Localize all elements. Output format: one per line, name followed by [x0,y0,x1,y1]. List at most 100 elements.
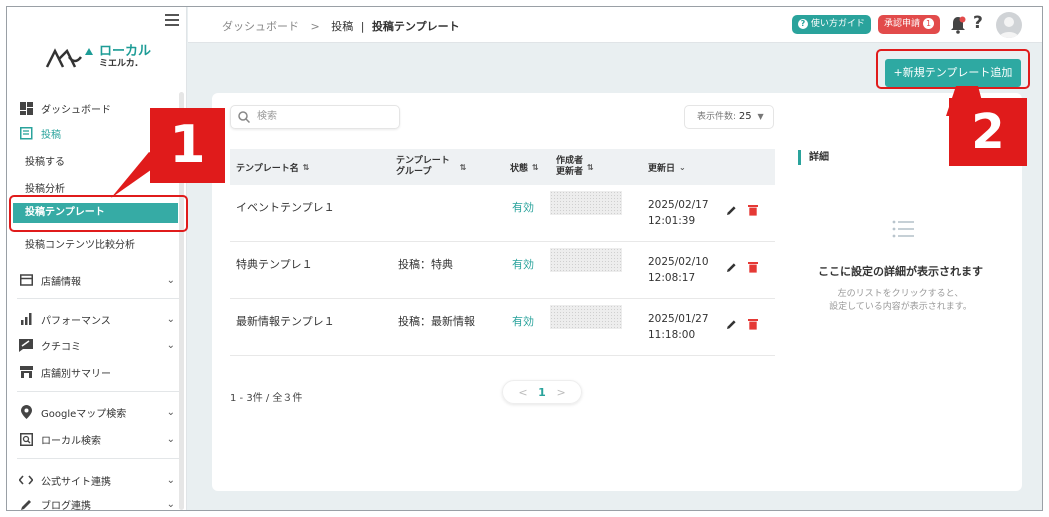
help-icon[interactable]: ? [973,13,983,33]
breadcrumb-separator: > [310,20,320,33]
updated-time: 11:18:00 [648,329,696,341]
avatar[interactable] [996,12,1022,38]
column-updated[interactable]: 更新日 ⌄ [648,149,686,185]
pagination-info: 1 - 3件 / 全３件 [230,393,303,404]
edit-icon[interactable] [726,205,737,216]
delete-icon[interactable] [748,261,758,273]
status-badge: 有効 [512,315,534,328]
detail-empty-message: ここに設定の詳細が表示されます [818,265,983,278]
status-badge: 有効 [512,201,534,214]
column-author[interactable]: 作成者 更新者 ⇅ [556,149,594,185]
column-group[interactable]: テンプレート グループ ⇅ [396,149,466,185]
column-status[interactable]: 状態 ⇅ [510,149,539,185]
chevron-down-icon: ⌄ [166,498,175,510]
chevron-down-icon: ⌄ [166,474,175,486]
sidebar-item-label: ローカル検索 [41,435,101,447]
breadcrumb-bar: | [360,20,365,33]
edit-icon[interactable] [726,319,737,330]
app-logo: ローカル ミエルカ. [45,45,151,71]
updated-time: 12:01:39 [648,215,696,227]
status-badge: 有効 [512,258,534,271]
sidebar-item-reviews[interactable]: クチコミ ⌄ [7,336,179,354]
callout-badge-2: 2 [949,98,1027,166]
prev-page-button[interactable]: < [518,386,527,399]
sidebar-item-store-summary[interactable]: 店舗別サマリー [7,363,179,381]
local-search-icon [19,432,33,446]
breadcrumb: ダッシュボード > 投稿 | 投稿テンプレート [222,18,460,34]
template-name: 最新情報テンプレ１ [236,315,335,328]
table-row[interactable]: 最新情報テンプレ１ 投稿：最新情報 有効 2025/01/27 11:18:00 [230,299,775,356]
breadcrumb-parent[interactable]: 投稿 [331,20,353,33]
search-input[interactable]: 検索 [230,105,400,129]
next-page-button[interactable]: > [556,386,565,399]
breadcrumb-root[interactable]: ダッシュボード [222,20,299,33]
logo-mark-icon [45,48,93,68]
sidebar-subitem-post-analysis[interactable]: 投稿分析 [25,180,65,195]
delete-icon[interactable] [748,204,758,216]
table-row[interactable]: イベントテンプレ１ 有効 2025/02/17 12:01:39 [230,185,775,242]
sidebar-item-gmap-search[interactable]: Googleマップ検索 ⌄ [7,403,179,421]
chevron-down-icon: ⌄ [166,406,175,418]
column-label-wrap: 作成者 更新者 [556,156,583,178]
approval-label: 承認申請 [884,19,921,29]
sidebar-divider [17,391,179,392]
sidebar-item-label: Googleマップ検索 [41,408,127,420]
table-row[interactable]: 特典テンプレ１ 投稿：特典 有効 2025/02/10 12:08:17 [230,242,775,299]
edit-icon[interactable] [726,262,737,273]
search-icon [238,111,250,123]
guide-label: 使い方ガイド [810,19,865,29]
per-page-select[interactable]: 表示件数: 25 ▼ [684,105,774,129]
sidebar-item-blog[interactable]: ブログ連携 ⌄ [7,495,179,510]
sidebar-subitem-post-compare[interactable]: 投稿コンテンツ比較分析 [25,236,135,251]
sidebar-item-label: 投稿 [41,129,61,141]
column-label: テンプレート名 [236,163,299,174]
sidebar-item-official-site[interactable]: 公式サイト連携 ⌄ [7,471,179,489]
updated-datetime: 2025/02/17 12:01:39 [648,197,709,229]
sidebar-divider [17,458,179,459]
guide-button[interactable]: ? 使い方ガイド [792,15,871,34]
store-icon [19,273,33,287]
sort-icon: ⇅ [532,162,539,172]
sidebar-subitem-post-do[interactable]: 投稿する [25,153,65,168]
sidebar-item-label: ブログ連携 [41,500,91,511]
detail-title: 詳細 [798,150,829,165]
updated-date: 2025/02/17 [648,199,709,211]
table-header: テンプレート名 ⇅ テンプレート グループ ⇅ 状態 ⇅ 作成者 更新者 ⇅ 更… [230,149,775,185]
author-avatar-placeholder [550,191,622,215]
column-label: 作成者 [556,156,584,166]
post-icon [19,126,33,140]
search-placeholder: 検索 [257,111,277,122]
updated-date: 2025/01/27 [648,313,709,325]
pencil-icon [19,497,33,510]
per-page-value: 25 [738,111,752,122]
template-group: 投稿：最新情報 [398,315,475,328]
review-icon [19,338,33,352]
bar-chart-icon [19,312,33,326]
sidebar-item-local-search[interactable]: ローカル検索 ⌄ [7,430,179,448]
sidebar-item-store-info[interactable]: 店舗情報 ⌄ [7,271,179,289]
delete-icon[interactable] [748,318,758,330]
sidebar-item-label: 店舗情報 [41,276,81,288]
updated-time: 12:08:17 [648,272,696,284]
question-icon: ? [798,19,808,29]
store-summary-icon [19,365,33,379]
sort-desc-icon: ⌄ [679,162,686,172]
template-list-card: 検索 表示件数: 25 ▼ テンプレート名 ⇅ テンプレート グループ ⇅ 状態 ⇅ [212,93,1022,491]
sort-icon: ⇅ [459,162,467,172]
column-name[interactable]: テンプレート名 ⇅ [236,149,309,185]
updated-datetime: 2025/02/10 12:08:17 [648,254,709,286]
column-label: 更新者 [556,167,584,177]
menu-icon[interactable] [165,14,179,26]
sidebar-item-performance[interactable]: パフォーマンス ⌄ [7,310,179,328]
sidebar: ローカル ミエルカ. ダッシュボード 投稿 投稿する 投稿分析 投稿テンプレート… [7,7,187,510]
sort-icon: ⇅ [302,162,310,172]
column-label: 状態 [510,163,529,174]
sidebar-item-label: ダッシュボード [41,104,111,116]
template-name: イベントテンプレ１ [236,201,335,214]
bell-icon[interactable] [950,16,966,34]
page-number-button[interactable]: 1 [538,386,546,399]
approval-button[interactable]: 承認申請 1 [878,15,941,34]
template-name: 特典テンプレ１ [236,258,313,271]
page-title: 投稿テンプレート [371,20,460,33]
top-bar: ダッシュボード > 投稿 | 投稿テンプレート ? 使い方ガイド 承認申請 1 ? [188,7,1042,43]
